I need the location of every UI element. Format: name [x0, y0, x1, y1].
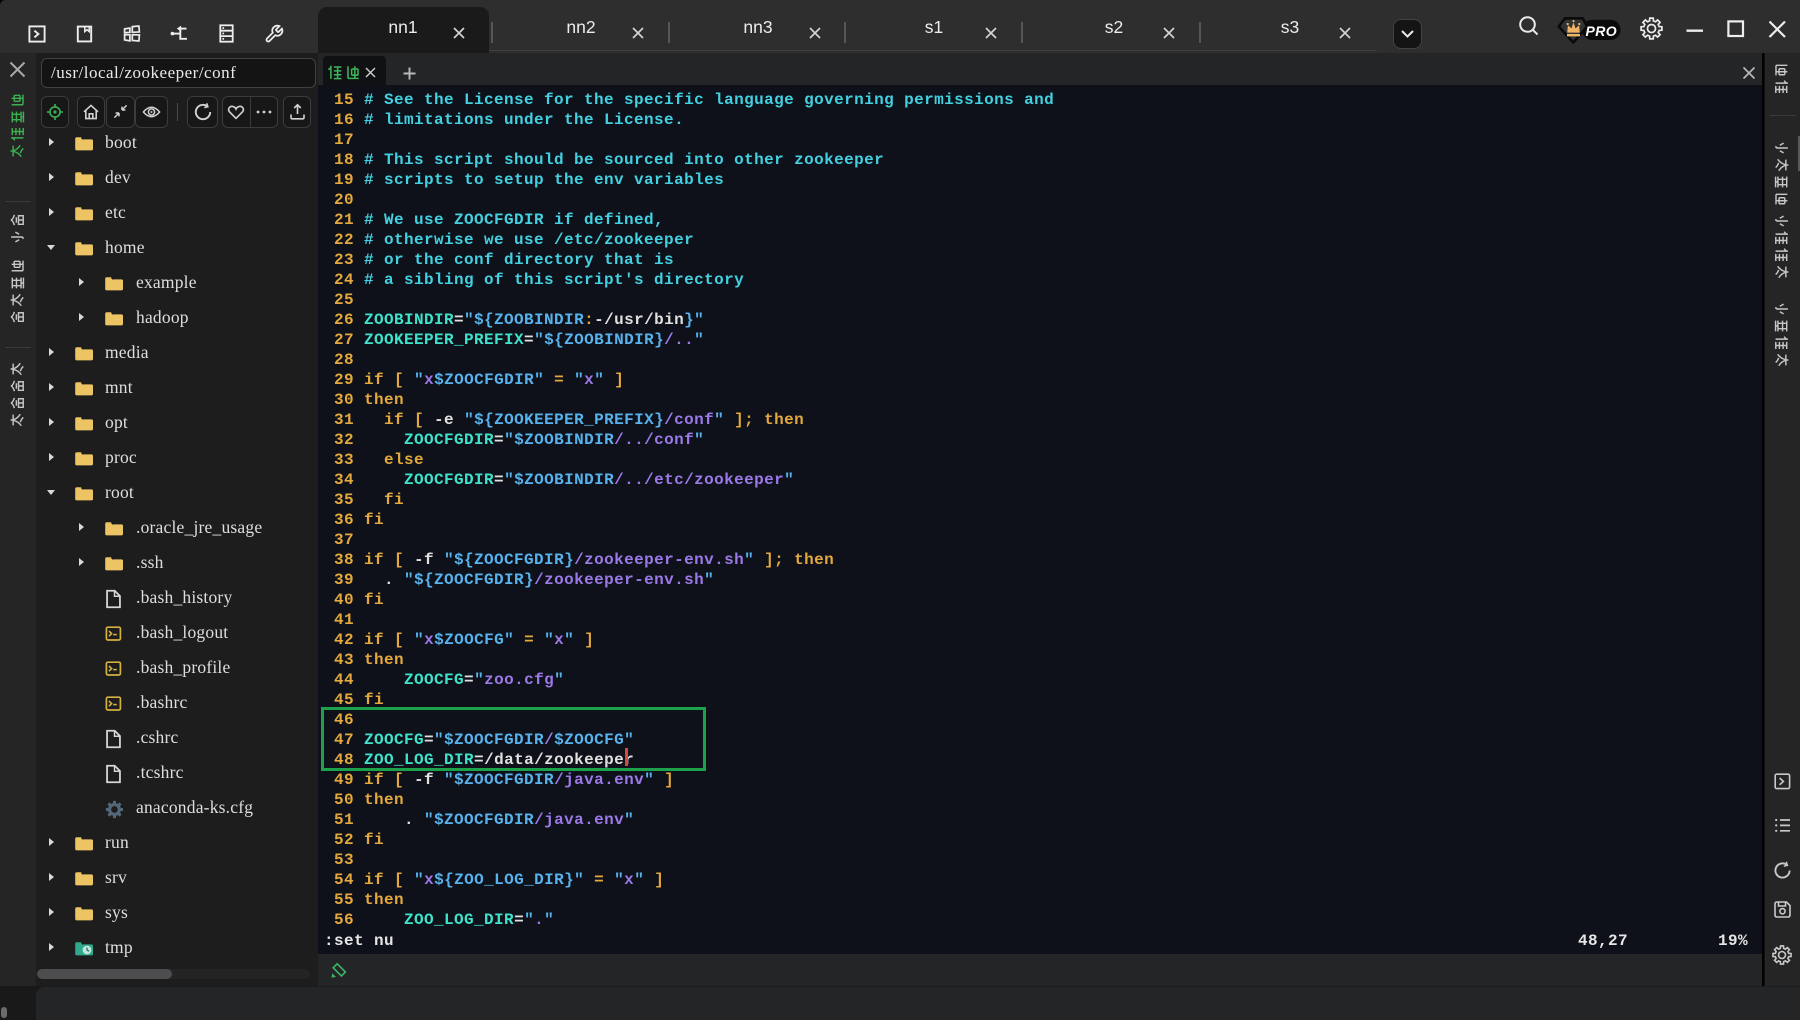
svg-text:PRO: PRO — [1586, 23, 1618, 39]
